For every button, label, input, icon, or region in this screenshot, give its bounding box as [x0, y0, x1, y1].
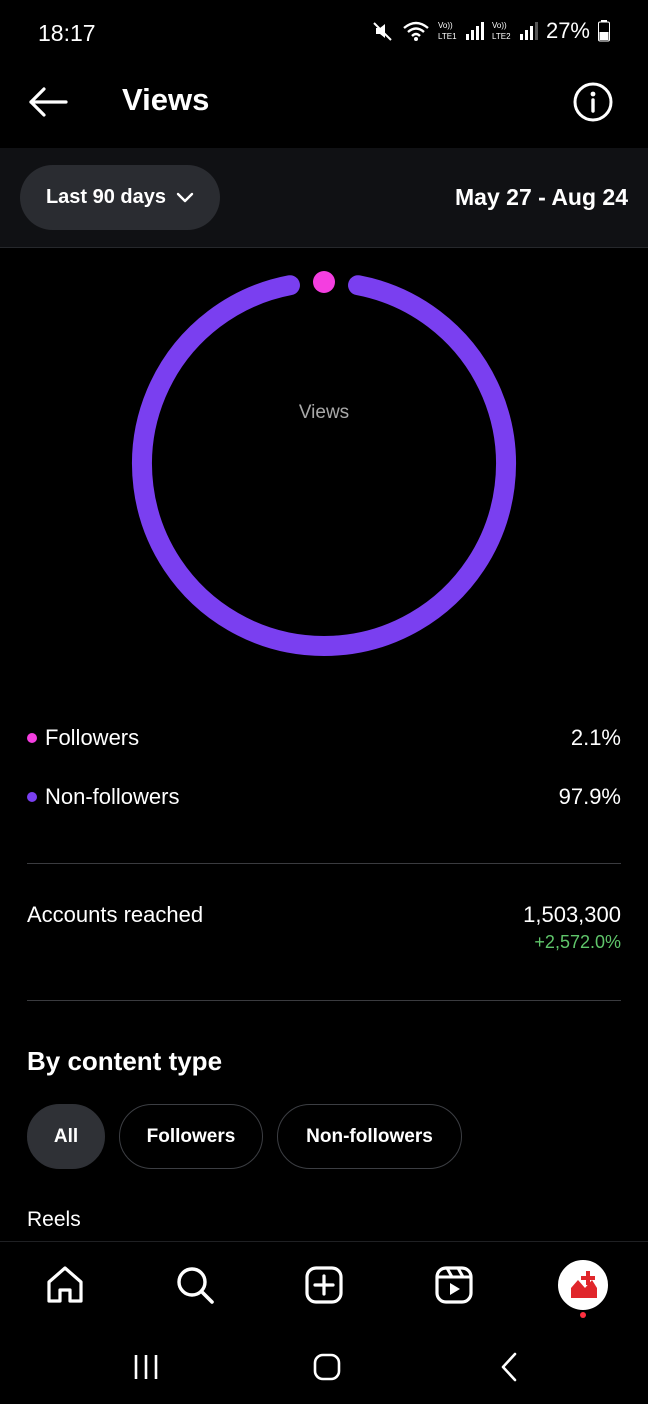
- back-icon: [501, 1352, 517, 1382]
- svg-text:LTE1: LTE1: [438, 32, 457, 41]
- non-followers-dot: [27, 792, 37, 802]
- info-icon[interactable]: [572, 81, 614, 123]
- home-icon: [313, 1353, 341, 1381]
- home-button[interactable]: [297, 1347, 357, 1387]
- donut-center-label: Views: [298, 402, 350, 423]
- lte2-signal-icon: Vo)) LTE2: [492, 21, 538, 41]
- divider: [27, 863, 621, 864]
- svg-text:LTE2: LTE2: [492, 32, 511, 41]
- recents-icon: [134, 1355, 158, 1379]
- date-range-text: May 27 - Aug 24: [455, 184, 628, 210]
- chip-followers[interactable]: Followers: [119, 1104, 263, 1169]
- views-donut-chart: Views: [0, 248, 648, 688]
- mute-icon: [373, 22, 392, 41]
- wifi-icon: [403, 21, 429, 41]
- lte1-signal-icon: Vo)) LTE1: [438, 21, 484, 41]
- page-title: Views: [122, 82, 210, 117]
- legend-value: 2.1%: [570, 725, 621, 750]
- accounts-reached-label: Accounts reached: [27, 902, 204, 927]
- create-icon: [305, 1266, 343, 1304]
- status-time: 18:17: [38, 20, 96, 46]
- status-bar: 18:17 Vo)) LTE1 Vo)) LTE2 27%: [0, 0, 648, 66]
- notification-dot: [580, 1312, 586, 1318]
- nav-create[interactable]: [299, 1260, 349, 1310]
- legend-item-non-followers: Non-followers 97.9%: [27, 777, 621, 817]
- home-icon: [47, 1266, 83, 1303]
- recents-button[interactable]: [116, 1347, 176, 1387]
- status-icons: Vo)) LTE1 Vo)) LTE2 27%: [372, 18, 610, 44]
- nav-profile[interactable]: [558, 1260, 608, 1318]
- date-range-dropdown-label: Last 90 days: [45, 186, 167, 208]
- system-nav: [0, 1327, 648, 1404]
- search-icon: [177, 1267, 214, 1304]
- reels-label: Reels: [27, 1208, 81, 1231]
- svg-text:Vo)): Vo)): [438, 21, 453, 30]
- followers-dot: [27, 733, 37, 743]
- battery-percent: 27%: [545, 18, 590, 43]
- filter-bar: Last 90 days May 27 - Aug 24: [0, 148, 648, 248]
- bottom-nav: [0, 1241, 648, 1327]
- date-range-dropdown[interactable]: Last 90 days: [20, 165, 220, 230]
- donut-svg: [132, 271, 516, 656]
- accounts-reached-change: +2,572.0%: [534, 932, 621, 952]
- battery-icon: [598, 20, 610, 42]
- donut-slice-followers: [313, 271, 335, 293]
- accounts-reached-value: 1,503,300: [523, 902, 621, 927]
- divider: [27, 1000, 621, 1001]
- chip-non-followers[interactable]: Non-followers: [277, 1104, 462, 1169]
- content-type-chips: All Followers Non-followers: [27, 1104, 462, 1169]
- chevron-down-icon: [176, 192, 194, 202]
- nav-search[interactable]: [170, 1260, 220, 1310]
- chip-all[interactable]: All: [27, 1104, 105, 1169]
- nav-home[interactable]: [40, 1260, 90, 1310]
- back-nav-button[interactable]: [479, 1347, 539, 1387]
- donut-slice-non-followers: [132, 275, 516, 656]
- arrow-left-icon: [29, 87, 68, 117]
- legend-value: 97.9%: [558, 784, 621, 809]
- header: Views: [0, 66, 648, 148]
- section-title: By content type: [27, 1046, 223, 1076]
- legend-label: Followers: [45, 725, 140, 750]
- svg-text:Vo)): Vo)): [492, 21, 507, 30]
- reels-icon: [435, 1266, 473, 1304]
- legend-item-followers: Followers 2.1%: [27, 718, 621, 758]
- avatar-image-icon: [571, 1271, 597, 1298]
- nav-reels[interactable]: [429, 1260, 479, 1310]
- legend-label: Non-followers: [45, 784, 180, 809]
- profile-avatar: [558, 1260, 608, 1310]
- back-button[interactable]: [24, 82, 72, 122]
